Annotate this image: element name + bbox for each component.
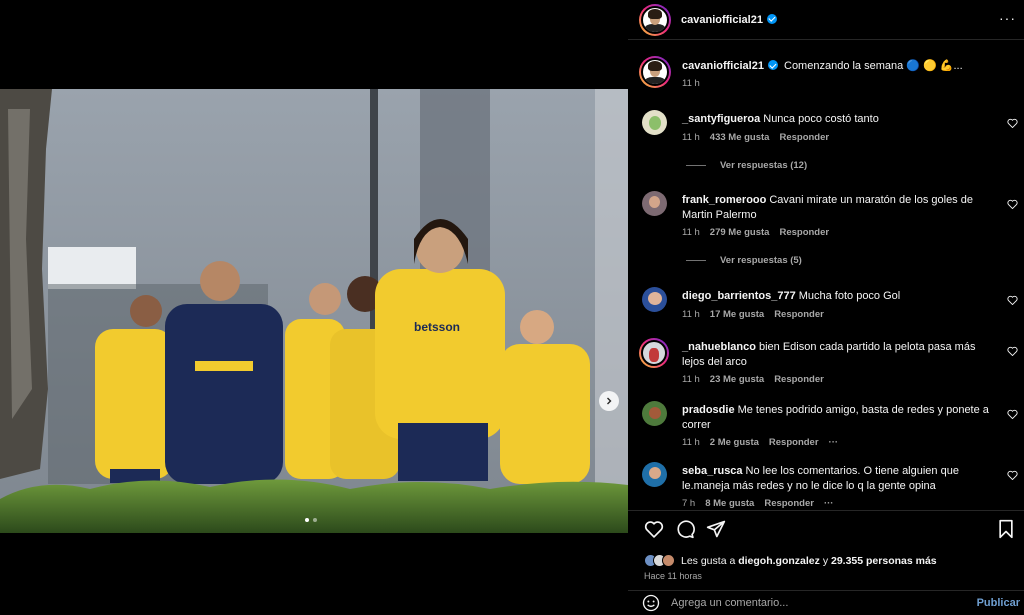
verified-badge-icon (766, 13, 777, 24)
comment-likes[interactable]: 2 Me gusta (710, 437, 759, 448)
commenter-avatar[interactable] (642, 110, 667, 135)
comment-username[interactable]: diego_barrientos_777 (682, 290, 796, 302)
caption-text: Comenzando la semana 🔵 🟡 💪... (784, 60, 963, 72)
likes-user[interactable]: diegoh.gonzalez (738, 555, 820, 567)
author-avatar[interactable] (639, 3, 671, 36)
caption-time: 11 h (682, 78, 700, 89)
comment-text: Mucha foto poco Gol (798, 290, 901, 302)
comment-time: 11 h (682, 227, 700, 238)
comment-more-icon[interactable]: ··· (829, 437, 839, 448)
jersey-text-main: betsson (414, 320, 460, 334)
comment-username[interactable]: _santyfigueroa (682, 113, 760, 125)
post-media: betsson betsson (0, 0, 628, 615)
share-icon[interactable] (706, 519, 726, 539)
heart-icon[interactable] (1007, 118, 1018, 128)
comment-input[interactable] (671, 597, 941, 609)
like-heart-icon[interactable] (644, 519, 664, 539)
training-photo-illustration: betsson betsson (0, 89, 628, 533)
commenter-avatar[interactable] (642, 462, 667, 487)
commenter-avatar[interactable] (642, 287, 667, 312)
commenter-avatar[interactable] (642, 191, 667, 216)
view-replies-button[interactable]: Ver respuestas (5) (686, 255, 802, 266)
post-photo[interactable]: betsson betsson (0, 89, 628, 533)
reply-button[interactable]: Responder (764, 498, 814, 509)
carousel-dot (313, 518, 317, 522)
publish-button[interactable]: Publicar (977, 597, 1020, 609)
comment-time: 11 h (682, 374, 700, 385)
likes-prefix: Les gusta a (681, 554, 736, 567)
comment-time: 7 h (682, 498, 696, 509)
comment-likes[interactable]: 279 Me gusta (710, 227, 770, 238)
reply-button[interactable]: Responder (779, 132, 829, 143)
post-panel: cavaniofficial21 ··· cavaniofficial21 Co… (628, 0, 1024, 615)
comment-username[interactable]: _nahueblanco (682, 341, 756, 353)
reply-button[interactable]: Responder (774, 374, 824, 385)
verified-badge-icon (767, 60, 778, 70)
likes-connector: y (822, 554, 829, 567)
reply-button[interactable]: Responder (779, 227, 829, 238)
comment-likes[interactable]: 8 Me gusta (705, 498, 754, 509)
chevron-right-icon (607, 397, 612, 405)
post-time-ago: Hace 11 horas (644, 571, 702, 581)
heart-icon[interactable] (1007, 470, 1018, 480)
post-header: cavaniofficial21 ··· (628, 0, 1024, 40)
comment-username[interactable]: pradosdie (682, 404, 735, 416)
comment-time: 11 h (682, 437, 700, 448)
next-photo-button[interactable] (599, 391, 619, 411)
save-bookmark-icon[interactable] (996, 519, 1016, 539)
caption-author[interactable]: cavaniofficial21 (682, 60, 778, 72)
comment-likes[interactable]: 23 Me gusta (710, 374, 764, 385)
reply-button[interactable]: Responder (774, 309, 824, 320)
liker-avatar (662, 554, 675, 567)
comment-likes[interactable]: 17 Me gusta (710, 309, 764, 320)
author-username[interactable]: cavaniofficial21 (681, 13, 777, 26)
comment-icon[interactable] (675, 519, 695, 539)
reply-button[interactable]: Responder (769, 437, 819, 448)
heart-icon[interactable] (1007, 409, 1018, 419)
more-options-icon[interactable]: ··· (999, 11, 1016, 25)
view-replies-button[interactable]: Ver respuestas (12) (686, 160, 807, 171)
caption-author-avatar[interactable] (639, 56, 671, 88)
comment-text: Nunca poco costó tanto (763, 113, 879, 125)
comments-list[interactable]: cavaniofficial21 Comenzando la semana 🔵 … (628, 44, 1024, 510)
comment-more-icon[interactable]: ··· (824, 498, 834, 509)
comment-time: 11 h (682, 132, 700, 143)
likes-summary[interactable]: Les gusta a diegoh.gonzalez y 29.355 per… (644, 554, 937, 567)
heart-icon[interactable] (1007, 295, 1018, 305)
jersey-text-coach: betsson (200, 360, 242, 372)
carousel-dots (305, 518, 317, 522)
heart-icon[interactable] (1007, 199, 1018, 209)
emoji-icon[interactable] (642, 594, 660, 612)
likes-others[interactable]: 29.355 personas más (831, 555, 937, 567)
comment-likes[interactable]: 433 Me gusta (710, 132, 770, 143)
comment-username[interactable]: frank_romerooo (682, 194, 766, 206)
comment-time: 11 h (682, 309, 700, 320)
add-comment-bar: Publicar (628, 590, 1024, 615)
comment-username[interactable]: seba_rusca (682, 465, 743, 477)
carousel-dot (305, 518, 309, 522)
commenter-avatar[interactable] (639, 338, 669, 368)
heart-icon[interactable] (1007, 346, 1018, 356)
commenter-avatar[interactable] (642, 401, 667, 426)
